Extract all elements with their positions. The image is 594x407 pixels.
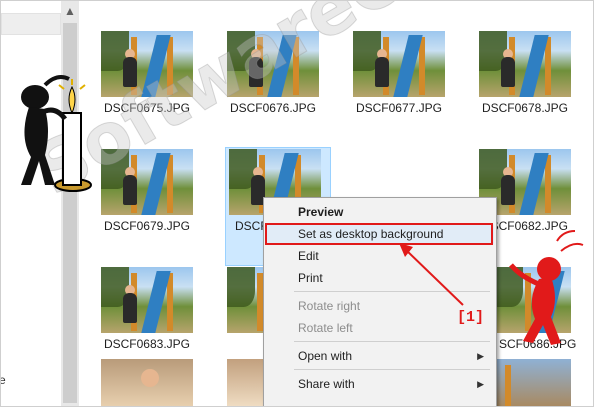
annotation-arrow-icon [399,243,464,306]
annotation-label: [1] [457,309,485,326]
explorer-window: e ▲ DSCF0675.JPG DSCF0676.JPG DSCF0677.J… [0,0,594,407]
